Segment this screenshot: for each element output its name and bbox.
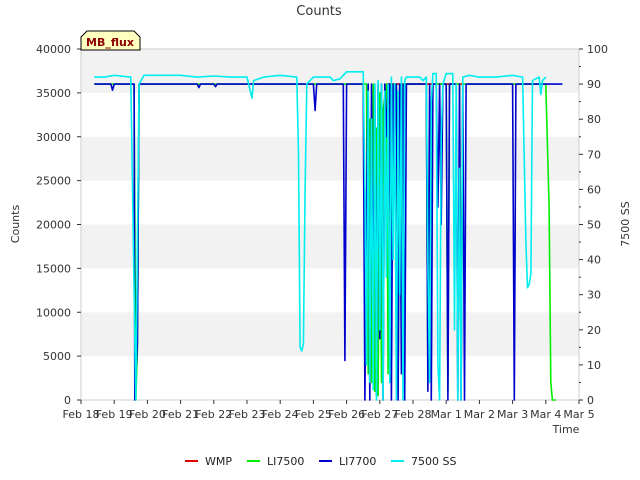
x-tick-label: Feb 21 — [162, 408, 199, 421]
y-tick-label: 0 — [64, 394, 71, 407]
legend: WMP LI7500 LI7700 7500 SS — [185, 455, 456, 468]
x-tick-label: Feb 24 — [262, 408, 299, 421]
plot-background-bands — [81, 49, 579, 400]
x-tick-label: Mar 4 — [530, 408, 561, 421]
y2-tick-label: 70 — [587, 148, 601, 161]
y2-tick-label: 10 — [587, 359, 601, 372]
x-axis-ticks: Feb 18Feb 19Feb 20Feb 21Feb 22Feb 23Feb … — [63, 400, 595, 421]
background-band — [81, 268, 579, 313]
x-tick-label: Mar 2 — [464, 408, 495, 421]
x-tick-label: Mar 1 — [431, 408, 462, 421]
x-tick-label: Feb 25 — [295, 408, 332, 421]
y-tick-label: 25000 — [36, 175, 71, 188]
x-tick-label: Mar 5 — [563, 408, 594, 421]
background-band — [81, 49, 579, 93]
badge-label: MB_flux — [86, 36, 134, 49]
background-band — [81, 180, 579, 225]
legend-label: WMP — [205, 455, 232, 468]
y2-tick-label: 50 — [587, 219, 601, 232]
y2-tick-label: 80 — [587, 113, 601, 126]
background-band — [81, 356, 579, 400]
x-tick-label: Mar 3 — [497, 408, 528, 421]
y-tick-label: 35000 — [36, 87, 71, 100]
background-band — [81, 136, 579, 181]
x-tick-label: Feb 22 — [195, 408, 232, 421]
y2-tick-label: 30 — [587, 289, 601, 302]
x-tick-label: Feb 26 — [328, 408, 365, 421]
chart: 0 5000 10000 15000 20000 25000 30000 35000 40000… — [9, 4, 632, 468]
y-axis-right-ticks: 0 10 20 30 40 50 60 70 80 90 100 — [579, 43, 608, 407]
y2-tick-label: 60 — [587, 183, 601, 196]
chart-title: Counts — [296, 4, 342, 19]
legend-label: 7500 SS — [411, 455, 456, 468]
y2-axis-label: 7500 SS — [619, 201, 632, 246]
legend-label: LI7500 — [267, 455, 304, 468]
y-tick-label: 10000 — [36, 306, 71, 319]
mb-flux-badge: MB_flux — [80, 30, 141, 51]
y2-tick-label: 0 — [587, 394, 594, 407]
y-axis-label: Counts — [9, 205, 22, 244]
x-axis-label: Time — [552, 423, 580, 436]
y-tick-label: 20000 — [36, 219, 71, 232]
y-tick-label: 5000 — [43, 350, 71, 363]
x-tick-label: Feb 27 — [361, 408, 398, 421]
y-tick-label: 30000 — [36, 131, 71, 144]
y2-tick-label: 90 — [587, 78, 601, 91]
x-tick-label: Feb 20 — [129, 408, 166, 421]
background-band — [81, 224, 579, 269]
y-tick-label: 15000 — [36, 262, 71, 275]
x-tick-label: Feb 19 — [96, 408, 133, 421]
x-tick-label: Feb 23 — [229, 408, 266, 421]
y-axis-left-ticks: 0 5000 10000 15000 20000 25000 30000 35000 40000 — [36, 43, 81, 407]
y-tick-label: 40000 — [36, 43, 71, 56]
legend-label: LI7700 — [339, 455, 376, 468]
y2-tick-label: 100 — [587, 43, 608, 56]
y2-tick-label: 40 — [587, 254, 601, 267]
background-band — [81, 312, 579, 357]
x-tick-label: Feb 28 — [395, 408, 432, 421]
background-band — [81, 92, 579, 137]
x-tick-label: Feb 18 — [63, 408, 100, 421]
y2-tick-label: 20 — [587, 324, 601, 337]
